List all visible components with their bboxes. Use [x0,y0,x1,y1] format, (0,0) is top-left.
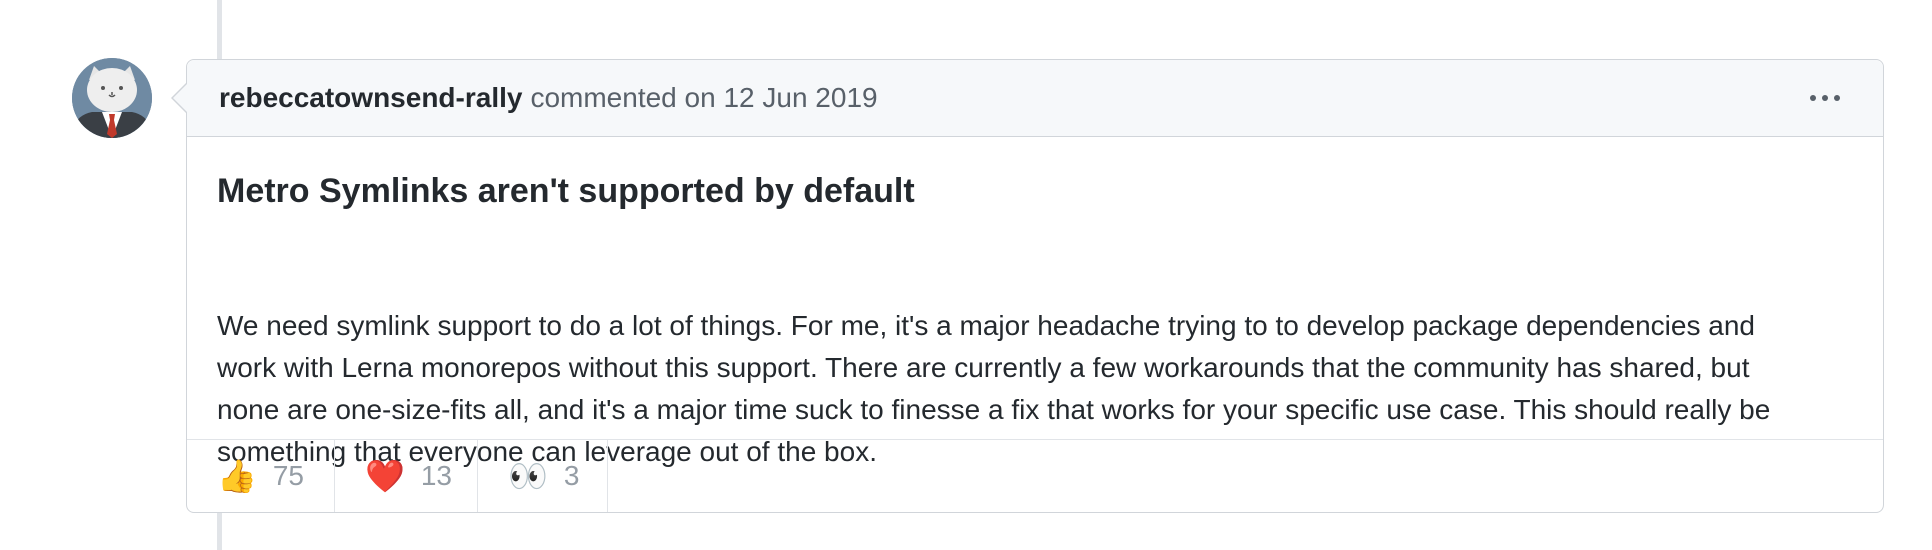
comment-title: Metro Symlinks aren't supported by defau… [217,172,915,210]
author-link[interactable]: rebeccatownsend-rally [219,82,522,114]
heart-icon: ❤️ [365,458,405,494]
comment-text-line: work with Lerna monorepos without this s… [217,352,1750,383]
comment-card: rebeccatownsend-rally commented on 12 Ju… [171,59,1884,513]
reaction-heart[interactable]: ❤️ 13 [335,440,478,512]
reaction-count: 3 [563,460,580,491]
thumbs-up-icon: 👍 [217,458,257,494]
cat-avatar-icon [72,58,152,138]
reaction-eyes[interactable]: 👀 3 [478,440,608,512]
reaction-count: 75 [272,460,304,491]
comment-text-line: We need symlink support to do a lot of t… [217,310,1755,341]
reaction-thumbs-up[interactable]: 👍 75 [187,440,335,512]
reactions-bar: 👍 75 ❤️ 13 👀 3 [187,439,1883,512]
reaction-count: 13 [420,460,452,491]
avatar[interactable] [72,58,152,138]
more-options-button[interactable] [1803,78,1847,118]
ellipsis-icon [1810,95,1816,101]
eyes-icon: 👀 [508,458,548,494]
comment-timestamp[interactable]: commented on 12 Jun 2019 [530,82,877,114]
comment-text-line: none are one-size-fits all, and it's a m… [217,394,1771,425]
comment-header: rebeccatownsend-rally commented on 12 Ju… [187,60,1883,137]
